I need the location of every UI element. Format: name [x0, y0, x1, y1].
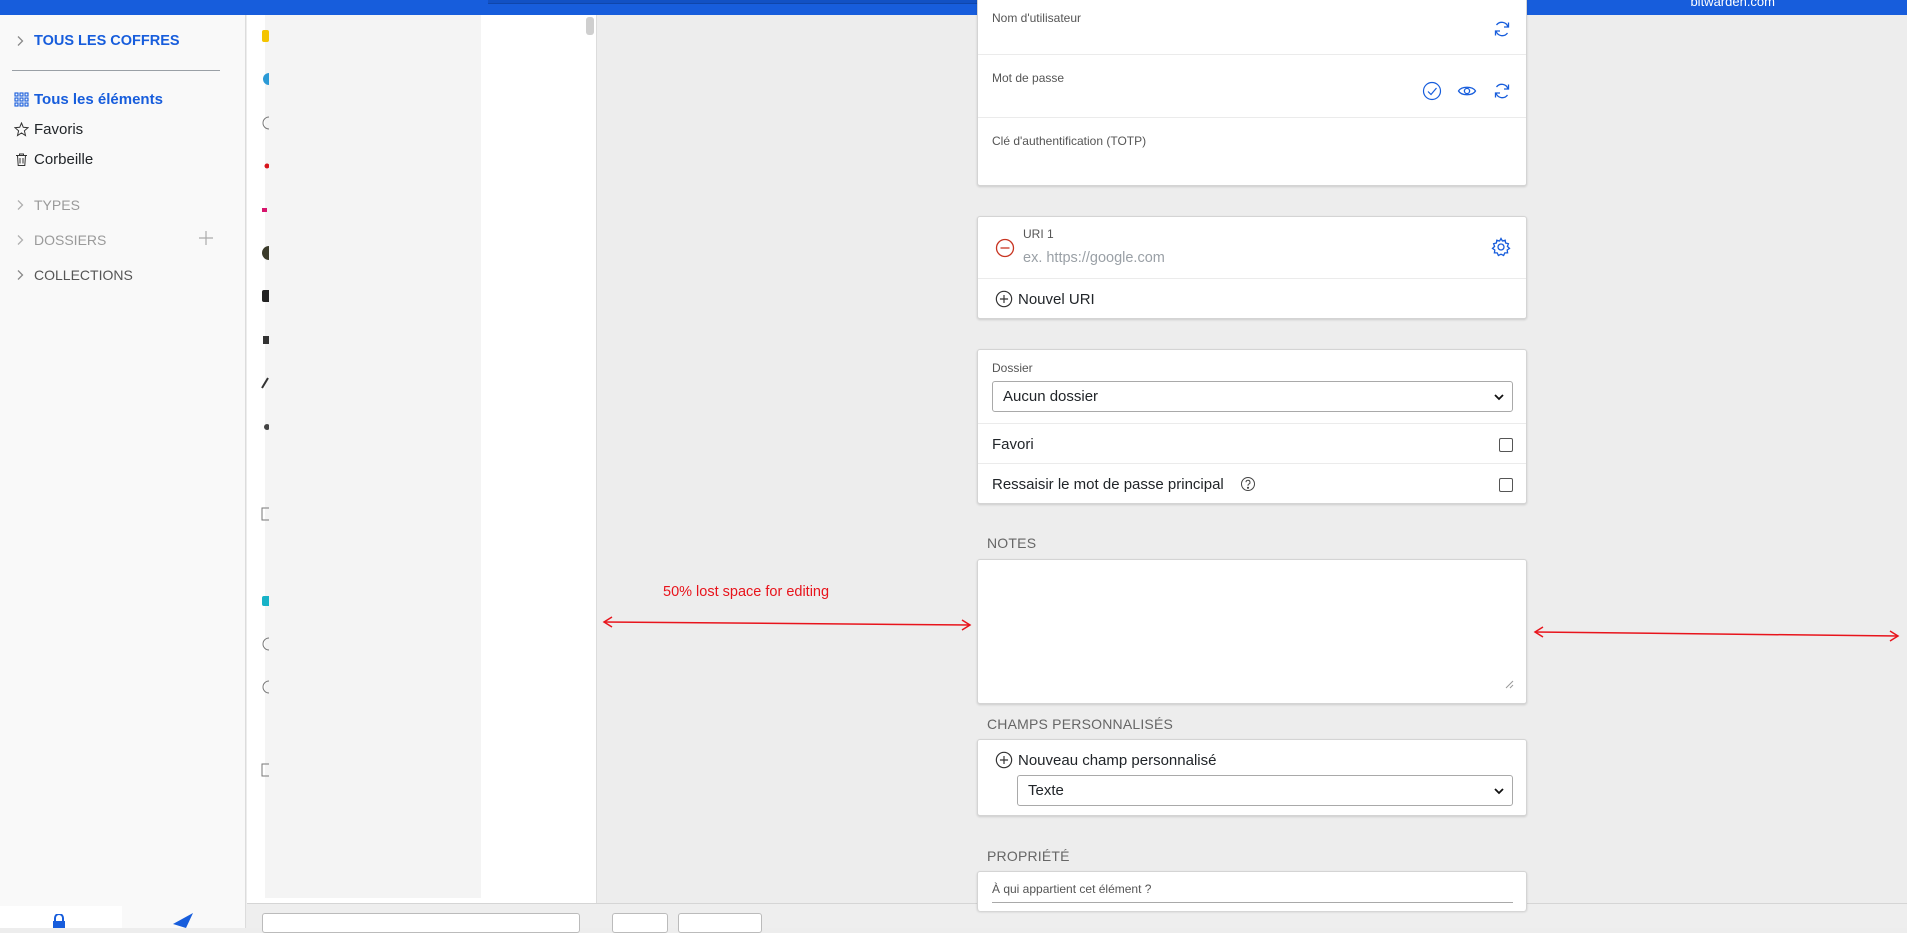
- sidebar-all-vaults-label: TOUS LES COFFRES: [34, 33, 180, 49]
- gear-icon[interactable]: [1491, 237, 1511, 257]
- folder-select[interactable]: Aucun dossier: [992, 381, 1513, 412]
- separator: [978, 278, 1526, 279]
- sidebar-item-label: Tous les éléments: [34, 91, 163, 108]
- help-icon[interactable]: [1240, 476, 1256, 492]
- folder-label: Dossier: [992, 361, 1033, 375]
- favorite-label: Favori: [992, 436, 1034, 453]
- ownership-section-title: PROPRIÉTÉ: [987, 848, 1070, 864]
- options-card: Dossier Aucun dossier Favori Ressaisir l…: [977, 349, 1527, 504]
- favorite-checkbox[interactable]: [1499, 438, 1513, 452]
- separator: [978, 423, 1526, 424]
- chevron-down-icon: [1494, 393, 1504, 400]
- globe-icon: [261, 116, 269, 133]
- plus-circle-icon: [995, 751, 1013, 769]
- folder-select-value: Aucun dossier: [1003, 388, 1099, 405]
- eye-icon[interactable]: [1457, 81, 1477, 101]
- custom-fields-section-title: CHAMPS PERSONNALISÉS: [987, 716, 1174, 732]
- lock-tab[interactable]: [0, 906, 122, 928]
- annotation-text: 50% lost space for editing: [663, 584, 830, 600]
- sidebar-item-label: Corbeille: [34, 151, 94, 168]
- add-folder-plus-icon[interactable]: [198, 230, 214, 246]
- sidebar-folders-label: DOSSIERS: [34, 232, 107, 248]
- save-button[interactable]: [612, 913, 668, 933]
- sidebar-item-favorites[interactable]: Favoris: [14, 121, 83, 138]
- reprompt-checkbox[interactable]: [1499, 478, 1513, 492]
- sidebar-types[interactable]: TYPES: [14, 197, 80, 213]
- sidebar-item-label: Favoris: [34, 121, 84, 138]
- favicon-icon: [261, 29, 269, 46]
- favicon-icon: [261, 159, 269, 176]
- vault-sidebar: TOUS LES COFFRES Tous les éléments Favor…: [0, 15, 246, 928]
- chevron-right-icon: [14, 269, 26, 281]
- login-card: Nom d'utilisateur Mot de passe Clé d'aut…: [977, 0, 1527, 186]
- uri-input[interactable]: ex. https://google.com: [1023, 250, 1165, 266]
- custom-field-type-select[interactable]: Texte: [1017, 775, 1513, 806]
- plus-circle-icon: [995, 290, 1013, 308]
- new-custom-field-label: Nouveau champ personnalisé: [1018, 751, 1217, 769]
- separator: [978, 117, 1526, 118]
- globe-icon: [261, 637, 269, 654]
- generate-password-icon[interactable]: [1492, 81, 1512, 101]
- favicon-icon: [261, 376, 269, 393]
- add-item-button[interactable]: [262, 913, 580, 933]
- custom-fields-card: Nouveau champ personnalisé Texte: [977, 739, 1527, 816]
- sidebar-bottom-tabs: [0, 906, 246, 928]
- chevron-right-icon: [14, 35, 26, 47]
- favicon-icon: [261, 594, 269, 611]
- owner-question-label: À qui appartient cet élément ?: [992, 882, 1152, 896]
- lock-icon: [53, 914, 65, 928]
- uri-card: URI 1 ex. https://google.com Nouvel URI: [977, 216, 1527, 319]
- separator: [978, 54, 1526, 55]
- sidebar-folders[interactable]: DOSSIERS: [14, 232, 106, 248]
- list-scrollbar[interactable]: [586, 17, 594, 35]
- ownership-card: À qui appartient cet élément ?: [977, 871, 1527, 911]
- sidebar-collections[interactable]: COLLECTIONS: [14, 267, 133, 283]
- brand-link[interactable]: bitwarden.com: [1690, 0, 1775, 9]
- favicon-icon: [261, 289, 269, 306]
- notes-section-title: NOTES: [987, 535, 1037, 551]
- favicon-icon: [261, 333, 269, 350]
- sidebar-types-label: TYPES: [34, 197, 80, 213]
- sidebar-item-all-items[interactable]: Tous les éléments: [14, 91, 163, 108]
- sidebar-all-vaults[interactable]: TOUS LES COFFRES: [14, 33, 180, 49]
- reprompt-label: Ressaisir le mot de passe principal: [992, 476, 1224, 493]
- sidebar-collections-label: COLLECTIONS: [34, 267, 133, 283]
- generate-username-icon[interactable]: [1492, 19, 1512, 39]
- chevron-right-icon: [14, 234, 26, 246]
- chevron-right-icon: [14, 199, 26, 211]
- star-icon: [14, 122, 29, 137]
- password-label: Mot de passe: [992, 71, 1065, 85]
- document-icon: [261, 763, 269, 780]
- separator: [978, 463, 1526, 464]
- sidebar-item-trash[interactable]: Corbeille: [14, 151, 93, 168]
- cancel-button[interactable]: [678, 913, 762, 933]
- check-password-icon[interactable]: [1422, 81, 1442, 101]
- document-icon: [261, 507, 269, 524]
- trash-icon: [14, 152, 29, 167]
- top-bar: bitwarden.com: [0, 0, 1907, 15]
- owner-select-edge[interactable]: [992, 902, 1513, 903]
- remove-uri-icon[interactable]: [995, 238, 1015, 258]
- paper-plane-icon: [173, 913, 193, 928]
- favicon-icon: [261, 246, 269, 263]
- notes-textarea[interactable]: [977, 559, 1527, 704]
- grid-icon: [14, 92, 29, 107]
- globe-icon: [261, 680, 269, 697]
- uri-label: URI 1: [1023, 227, 1054, 241]
- item-list-panel: [265, 15, 481, 898]
- sidebar-divider: [12, 70, 220, 71]
- totp-label: Clé d'authentification (TOTP): [992, 134, 1147, 148]
- chevron-down-icon: [1494, 787, 1504, 794]
- new-uri-button[interactable]: Nouvel URI: [995, 288, 1095, 310]
- resize-handle-icon[interactable]: [1504, 679, 1514, 689]
- custom-field-type-value: Texte: [1028, 782, 1064, 799]
- favicon-icon: [261, 203, 269, 220]
- new-custom-field-button[interactable]: Nouveau champ personnalisé: [995, 749, 1216, 771]
- favicon-icon: [261, 420, 269, 437]
- favicon-icon: [261, 72, 269, 89]
- username-label: Nom d'utilisateur: [992, 11, 1081, 25]
- new-uri-label: Nouvel URI: [1018, 290, 1095, 308]
- item-list-column: [247, 15, 597, 903]
